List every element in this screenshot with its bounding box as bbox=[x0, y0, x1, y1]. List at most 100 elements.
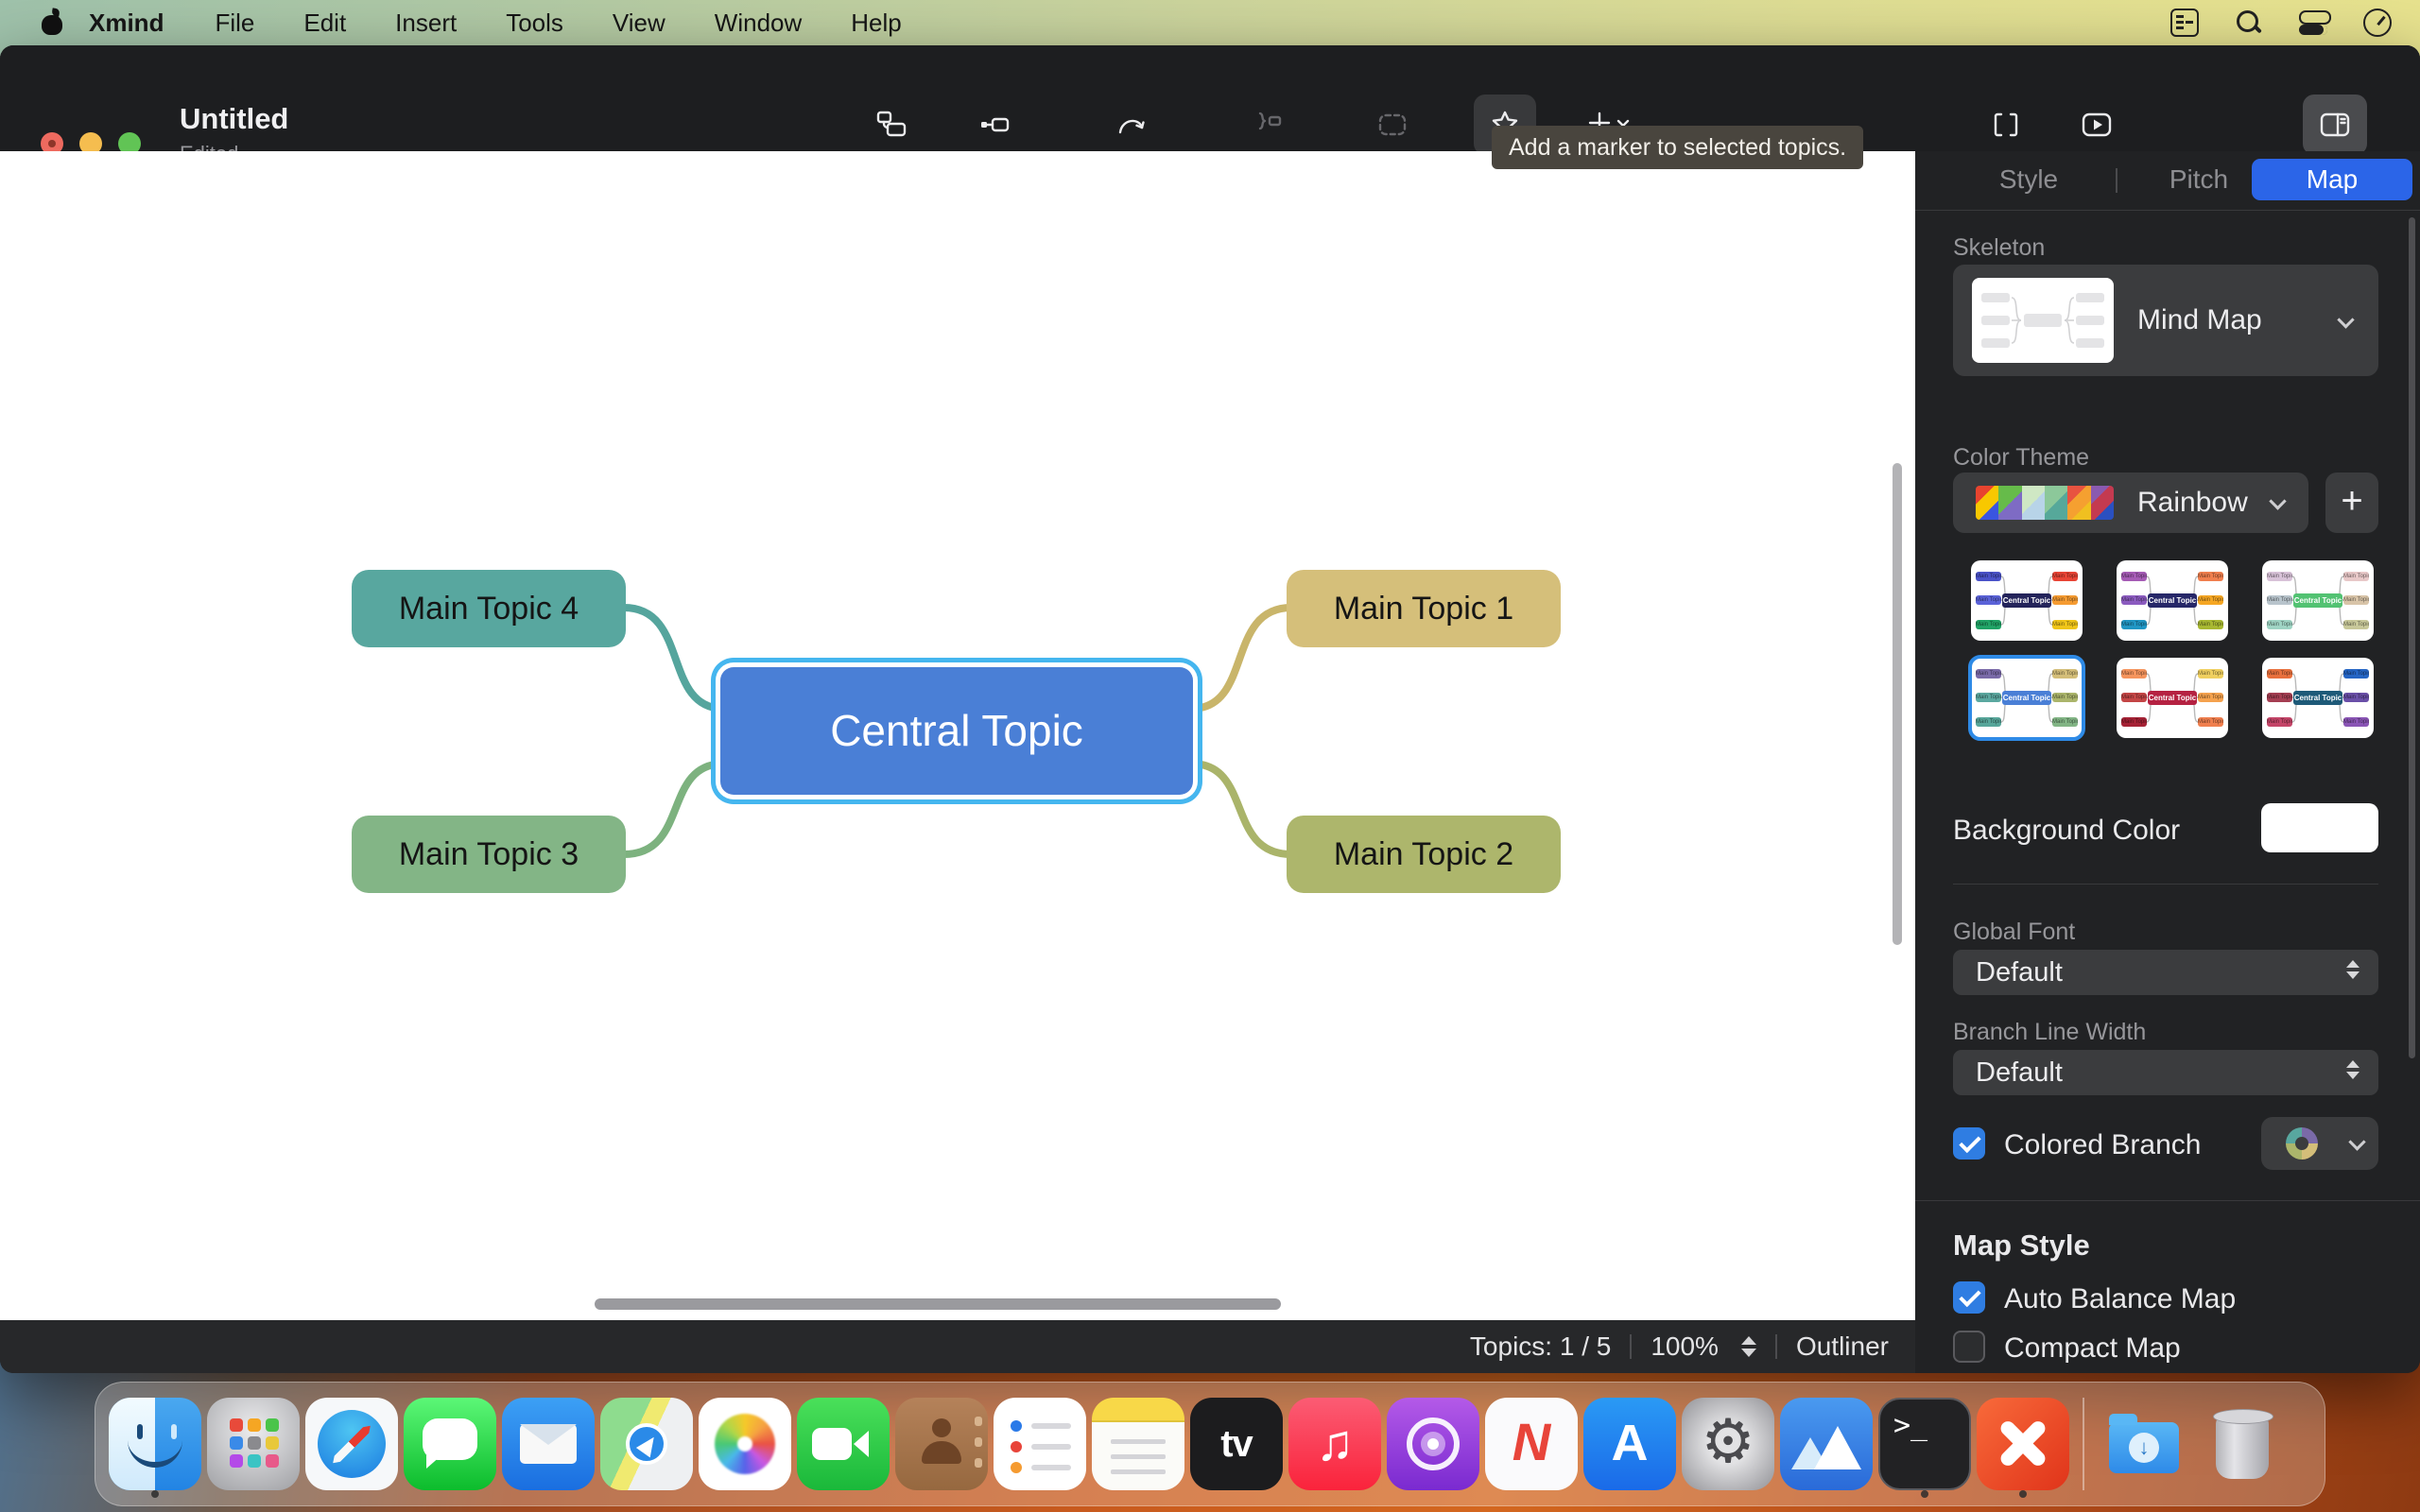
menu-insert[interactable]: Insert bbox=[371, 0, 481, 45]
divider bbox=[2116, 168, 2118, 193]
auto-balance-map-label: Auto Balance Map bbox=[2004, 1283, 2236, 1315]
rainbow-swatch bbox=[1976, 486, 2114, 520]
spotlight-search-icon[interactable] bbox=[2235, 9, 2263, 37]
subtopic-icon bbox=[977, 108, 1011, 142]
menu-file[interactable]: File bbox=[190, 0, 279, 45]
chevron-down-icon bbox=[2269, 492, 2286, 509]
dock-contacts-icon[interactable] bbox=[895, 1388, 988, 1500]
theme-thumbnail-3[interactable]: Main Topic Main Topic Main Topic Main To… bbox=[2262, 560, 2374, 641]
menu-tools[interactable]: Tools bbox=[481, 0, 588, 45]
dock-tv-icon[interactable]: tv bbox=[1190, 1388, 1283, 1500]
menu-help[interactable]: Help bbox=[826, 0, 925, 45]
global-font-select[interactable]: Default bbox=[1953, 950, 2378, 995]
divider bbox=[1915, 210, 2420, 211]
dock-xmind-icon[interactable] bbox=[1977, 1388, 2069, 1500]
divider bbox=[1953, 884, 2378, 885]
dock-photos-icon[interactable] bbox=[699, 1388, 791, 1500]
theme-thumbnail-6[interactable]: Main Topic Main Topic Main Topic Main To… bbox=[2262, 658, 2374, 738]
keyboard-shortcuts-icon[interactable] bbox=[2170, 9, 2199, 37]
map-style-label: Map Style bbox=[1953, 1228, 2090, 1263]
dock-facetime-icon[interactable] bbox=[797, 1388, 890, 1500]
main-topic-2-node[interactable]: Main Topic 2 bbox=[1287, 816, 1561, 893]
background-color-label: Background Color bbox=[1953, 815, 2180, 847]
document-title: Untitled bbox=[180, 102, 288, 136]
dock-downloads-icon[interactable]: ↓ bbox=[2098, 1388, 2190, 1500]
color-theme-value: Rainbow bbox=[2137, 472, 2248, 533]
tab-pitch[interactable]: Pitch bbox=[2142, 159, 2256, 200]
tab-style[interactable]: Style bbox=[1972, 159, 2085, 200]
color-theme-dropdown[interactable]: Rainbow bbox=[1953, 472, 2308, 533]
branch-colors-donut-icon bbox=[2286, 1127, 2318, 1160]
clock-icon[interactable] bbox=[2363, 9, 2392, 37]
topic-icon bbox=[874, 108, 908, 142]
dock-trash-icon[interactable] bbox=[2196, 1388, 2289, 1500]
panel-scrollbar[interactable] bbox=[2409, 217, 2415, 1058]
dock-messages-icon[interactable] bbox=[404, 1388, 496, 1500]
background-color-swatch[interactable] bbox=[2261, 803, 2378, 852]
dock: tv ♫ N A ⚙ >_ ↓ bbox=[95, 1382, 2325, 1506]
theme-thumbnail-1[interactable]: Main Topic Main Topic Main Topic Main To… bbox=[1971, 560, 2083, 641]
control-center-icon[interactable] bbox=[2299, 9, 2327, 37]
add-theme-button[interactable]: + bbox=[2325, 472, 2378, 533]
chevron-down-icon bbox=[2348, 1133, 2365, 1150]
outliner-button[interactable]: Outliner bbox=[1796, 1332, 1889, 1362]
main-topic-4-node[interactable]: Main Topic 4 bbox=[352, 570, 626, 647]
relationship-icon bbox=[1115, 108, 1149, 142]
theme-thumbnail-2[interactable]: Main Topic Main Topic Main Topic Main To… bbox=[2117, 560, 2228, 641]
canvas-horizontal-scrollbar[interactable] bbox=[595, 1298, 1281, 1310]
menu-view[interactable]: View bbox=[588, 0, 690, 45]
dock-settings-icon[interactable]: ⚙ bbox=[1682, 1388, 1774, 1500]
theme-thumbnail-4-selected[interactable]: Main Topic Main Topic Main Topic Main To… bbox=[1971, 658, 2083, 738]
dock-safari-icon[interactable] bbox=[305, 1388, 398, 1500]
dock-finder-icon[interactable] bbox=[109, 1388, 201, 1500]
colored-branch-checkbox[interactable] bbox=[1953, 1127, 1985, 1160]
dock-reminders-icon[interactable] bbox=[994, 1388, 1086, 1500]
central-topic-node[interactable]: Central Topic bbox=[720, 667, 1193, 795]
dock-divider bbox=[2083, 1398, 2084, 1490]
tab-map[interactable]: Map bbox=[2252, 159, 2412, 200]
menu-app-name[interactable]: Xmind bbox=[62, 0, 190, 45]
dock-mountains-app-icon[interactable] bbox=[1780, 1388, 1873, 1500]
format-panel-icon bbox=[2318, 108, 2352, 142]
dock-terminal-icon[interactable]: >_ bbox=[1878, 1388, 1971, 1500]
dock-news-icon[interactable]: N bbox=[1485, 1388, 1578, 1500]
apple-menu-icon[interactable] bbox=[42, 10, 62, 35]
stepper-icon bbox=[2346, 1060, 2360, 1079]
pitch-play-icon bbox=[2080, 108, 2114, 142]
divider bbox=[1915, 1200, 2420, 1201]
zen-icon bbox=[1989, 108, 2023, 142]
format-panel: Style Pitch Map Skeleton Mind Map Color … bbox=[1915, 151, 2420, 1373]
dock-launchpad-icon[interactable] bbox=[207, 1388, 300, 1500]
canvas-vertical-scrollbar[interactable] bbox=[1893, 463, 1902, 945]
dock-mail-icon[interactable] bbox=[502, 1388, 595, 1500]
dock-appstore-icon[interactable]: A bbox=[1583, 1388, 1676, 1500]
boundary-icon bbox=[1375, 108, 1409, 142]
color-theme-label: Color Theme bbox=[1953, 444, 2089, 472]
menu-bar: Xmind File Edit Insert Tools View Window… bbox=[0, 0, 2420, 45]
skeleton-dropdown[interactable]: Mind Map bbox=[1953, 265, 2378, 376]
main-topic-3-node[interactable]: Main Topic 3 bbox=[352, 816, 626, 893]
dock-maps-icon[interactable] bbox=[600, 1388, 693, 1500]
auto-balance-map-checkbox[interactable] bbox=[1953, 1281, 1985, 1314]
toolbar: Untitled Edited Topic Subtopic Relations… bbox=[0, 45, 2420, 151]
mindmap-canvas[interactable]: Central Topic Main Topic 1 Main Topic 2 … bbox=[0, 151, 1915, 1320]
colored-branch-dropdown[interactable] bbox=[2261, 1117, 2378, 1170]
stepper-icon bbox=[2346, 960, 2360, 979]
menu-edit[interactable]: Edit bbox=[279, 0, 371, 45]
dock-music-icon[interactable]: ♫ bbox=[1288, 1388, 1381, 1500]
main-topic-1-node[interactable]: Main Topic 1 bbox=[1287, 570, 1561, 647]
dock-notes-icon[interactable] bbox=[1092, 1388, 1184, 1500]
global-font-label: Global Font bbox=[1953, 919, 2075, 946]
topics-count: Topics: 1 / 5 bbox=[1470, 1332, 1611, 1362]
menu-window[interactable]: Window bbox=[690, 0, 826, 45]
status-bar: Topics: 1 / 5 100% Outliner bbox=[0, 1320, 1915, 1373]
branch-line-width-label: Branch Line Width bbox=[1953, 1019, 2146, 1046]
zoom-stepper[interactable] bbox=[1741, 1336, 1756, 1357]
compact-map-checkbox[interactable] bbox=[1953, 1331, 1985, 1363]
skeleton-thumbnail bbox=[1972, 278, 2114, 363]
branch-line-width-select[interactable]: Default bbox=[1953, 1050, 2378, 1095]
divider bbox=[1630, 1334, 1632, 1359]
theme-thumbnail-5[interactable]: Main Topic Main Topic Main Topic Main To… bbox=[2117, 658, 2228, 738]
chevron-down-icon bbox=[2337, 311, 2354, 328]
dock-podcasts-icon[interactable] bbox=[1387, 1388, 1479, 1500]
